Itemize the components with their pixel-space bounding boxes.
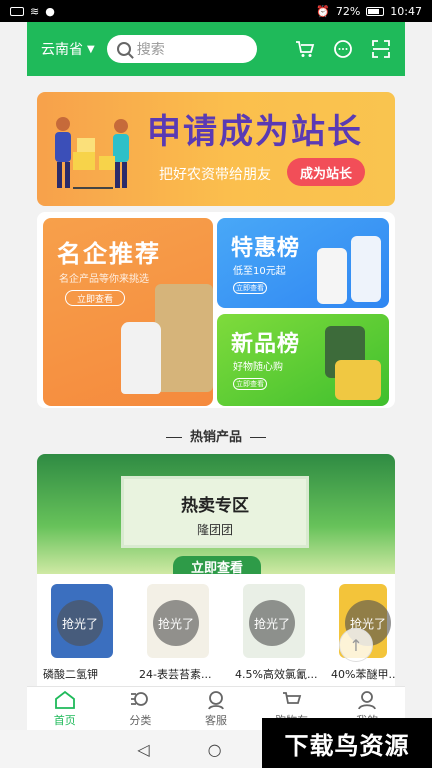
tab-home[interactable]: 首页 (27, 687, 103, 730)
tab-category[interactable]: 分类 (103, 687, 179, 730)
search-icon (116, 42, 131, 56)
sold-out-badge: 抢光了 (57, 600, 103, 646)
region-selector[interactable]: 云南省 ▼ (41, 39, 95, 59)
product-name: 24-表芸苔素... (139, 668, 212, 681)
cart-icon (282, 691, 301, 704)
product-bottle-image (121, 322, 161, 394)
product-strip: 抢光了 磷酸二氢钾 抢光了 24-表芸苔素... 抢光了 4.5%高效氯氰...… (37, 574, 395, 686)
new-products-title: 新品榜 (231, 332, 301, 357)
hot-sale-frame: 热卖专区 隆团团 (121, 476, 309, 548)
status-bar: ≋ ● ⏰ 72% 10:47 (0, 0, 432, 22)
product-card[interactable]: 抢光了 磷酸二氢钾 (37, 574, 127, 686)
heading-dash (250, 437, 266, 438)
new-products-tile[interactable]: 新品榜 好物随心购 立即查看 (217, 314, 389, 406)
hot-sale-view-button[interactable]: 立即查看 (173, 556, 261, 574)
product-bottle-image (351, 236, 381, 302)
special-deals-subtitle: 低至10元起 (233, 266, 286, 277)
heading-dash (165, 437, 182, 438)
banner-title: 申请成为站长 (147, 112, 363, 152)
back-to-top-button[interactable]: ↑ (339, 628, 373, 662)
region-label: 云南省 (41, 42, 83, 58)
user-icon (358, 690, 377, 709)
hot-sale-zone[interactable]: 热卖专区 隆团团 立即查看 (37, 454, 395, 574)
tab-category-label: 分类 (129, 713, 152, 727)
wifi-icon: ≋ (30, 4, 40, 18)
special-deals-tile[interactable]: 特惠榜 低至10元起 立即查看 (217, 218, 389, 308)
delivery-illustration (55, 117, 129, 189)
tab-home-label: 首页 (53, 713, 76, 727)
hot-sale-subtitle: 隆团团 (196, 523, 233, 537)
product-card[interactable]: 抢光了 24-表芸苔素... (133, 574, 223, 686)
battery-percent: 72% (335, 4, 361, 18)
famous-brand-title: 名企推荐 (57, 240, 161, 268)
banner-subtitle: 把好农资带给朋友 (159, 167, 271, 183)
famous-brand-button[interactable]: 立即查看 (65, 290, 125, 306)
status-left: ≋ ● (10, 5, 55, 18)
chat-icon[interactable] (333, 39, 353, 59)
home-icon (54, 690, 75, 709)
status-right: ⏰ 72% 10:47 (316, 5, 422, 18)
product-name: 磷酸二氢钾 (43, 668, 98, 681)
cart-icon[interactable] (295, 39, 315, 59)
product-name: 4.5%高效氯氰... (235, 668, 318, 681)
product-card[interactable]: 抢光了 4.5%高效氯氰... (229, 574, 319, 686)
back-nav-icon[interactable]: ◁ (137, 740, 149, 759)
alarm-icon: ⏰ (316, 4, 330, 18)
product-bag-image (155, 284, 213, 392)
product-bottle-image (317, 248, 347, 304)
product-name: 40%苯醚甲... (331, 668, 395, 681)
famous-brand-tile[interactable]: 名企推荐 名企产品等你来挑选 立即查看 (43, 218, 213, 406)
header-icons (295, 39, 391, 59)
watermark-logo: 下载鸟资源 (262, 718, 432, 768)
product-bag-image (335, 360, 381, 400)
sold-out-badge: 抢光了 (153, 600, 199, 646)
new-products-subtitle: 好物随心购 (233, 362, 283, 373)
sim-signal-icon (10, 6, 24, 16)
category-search-icon (131, 691, 149, 706)
station-master-banner[interactable]: 申请成为站长 把好农资带给朋友 成为站长 (37, 92, 395, 206)
hot-products-title: 热销产品 (189, 430, 242, 445)
chevron-down-icon: ▼ (87, 43, 95, 55)
promo-panel: 名企推荐 名企产品等你来挑选 立即查看 特惠榜 低至10元起 立即查看 新品榜 … (37, 212, 395, 408)
become-station-master-button[interactable]: 成为站长 (287, 158, 365, 186)
clock: 10:47 (390, 4, 422, 18)
special-deals-title: 特惠榜 (231, 236, 301, 261)
special-deals-button[interactable]: 立即查看 (233, 282, 267, 294)
tab-service[interactable]: 客服 (178, 687, 254, 730)
app-header: 云南省 ▼ 搜索 (27, 22, 405, 76)
new-products-button[interactable]: 立即查看 (233, 378, 267, 390)
main-content: 申请成为站长 把好农资带给朋友 成为站长 名企推荐 名企产品等你来挑选 立即查看… (27, 76, 405, 686)
home-nav-icon[interactable]: ○ (208, 740, 222, 759)
search-placeholder: 搜索 (136, 42, 165, 58)
notification-icon: ● (45, 4, 55, 18)
hot-products-heading: 热销产品 (27, 426, 405, 445)
search-input[interactable]: 搜索 (106, 35, 257, 63)
battery-icon (366, 6, 385, 16)
arrow-up-icon: ↑ (349, 635, 363, 655)
hot-sale-title: 热卖专区 (181, 496, 249, 516)
customer-service-icon (208, 690, 224, 709)
famous-brand-subtitle: 名企产品等你来挑选 (59, 274, 149, 285)
scan-icon[interactable] (371, 39, 391, 59)
tab-service-label: 客服 (204, 713, 227, 727)
sold-out-badge: 抢光了 (249, 600, 295, 646)
